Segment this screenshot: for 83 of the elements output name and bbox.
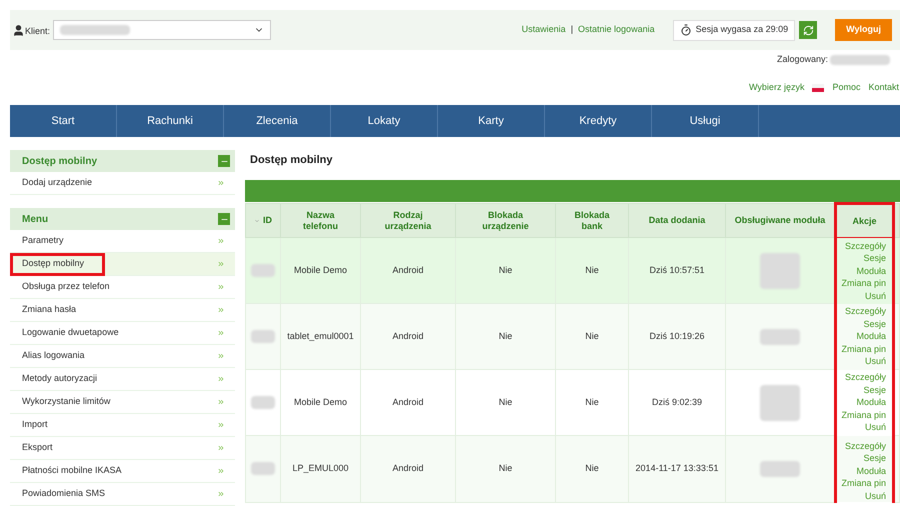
table-cell: Android (360, 436, 456, 502)
table-row[interactable]: tablet_emul0001 Android Nie Nie Dziś 10:19:26 Szczegóły Sesje Moduła Zmiana pin Usuń (246, 304, 900, 370)
action-link[interactable]: Moduła (837, 264, 886, 277)
id-label: ID (263, 215, 272, 226)
action-link[interactable]: Szczegóły (837, 305, 886, 318)
chevrons-right-icon (217, 375, 225, 383)
blurred-text (760, 460, 800, 477)
action-link[interactable]: Sesje (837, 384, 886, 396)
sidebar-item[interactable]: Dostęp mobilny (10, 253, 235, 276)
action-link[interactable]: Zmiana pin (837, 277, 886, 290)
table-cell: 2014-11-17 13:33:51 (628, 436, 726, 502)
table-cell: Nie (556, 436, 628, 502)
chevrons-right-icon (217, 179, 225, 187)
client-select[interactable] (53, 20, 272, 40)
action-link[interactable]: Zmiana pin (837, 477, 886, 490)
blurred-text (830, 55, 890, 65)
chevrons-right-icon (217, 421, 225, 429)
chevrons-right-icon (217, 329, 225, 337)
action-link[interactable]: Szczegóły (837, 371, 886, 384)
action-link[interactable]: Sesje (837, 452, 886, 464)
nav-tab[interactable]: Start (10, 105, 117, 137)
blurred-text (760, 252, 800, 288)
action-link[interactable]: Sesje (837, 252, 886, 264)
session-text: Sesja wygasa za 29:09 (696, 23, 788, 36)
logout-button[interactable]: Wyloguj (835, 19, 892, 41)
chevrons-right-icon (217, 490, 225, 498)
action-link[interactable]: Moduła (837, 396, 886, 409)
action-link[interactable]: Sesje (837, 318, 886, 330)
blurred-text (60, 25, 130, 35)
blurred-text (251, 264, 275, 277)
nav-tab[interactable]: Rachunki (117, 105, 224, 137)
recent-logins-link[interactable]: Ostatnie logowania (578, 23, 655, 37)
person-icon (12, 24, 25, 36)
nav-tab[interactable]: Lokaty (331, 105, 438, 137)
refresh-button[interactable] (799, 21, 818, 39)
contact-link[interactable]: Kontakt (868, 80, 899, 94)
blurred-text (760, 328, 800, 344)
action-link[interactable]: Moduła (837, 464, 886, 477)
collapse-button[interactable] (218, 213, 230, 225)
action-link[interactable]: Szczegóły (837, 240, 886, 252)
chevrons-right-icon (217, 306, 225, 314)
table-cell: LP_EMUL000 (280, 436, 360, 502)
action-link[interactable]: Usuń (837, 421, 886, 434)
nav-tab[interactable]: Zlecenia (224, 105, 331, 137)
client-label: Klient: (25, 25, 50, 38)
column-header[interactable]: ID (246, 204, 280, 238)
action-link[interactable]: Zmiana pin (837, 342, 886, 356)
table-row[interactable]: Mobile Demo Android Nie Nie Dziś 10:57:51 Szczegóły Sesje Moduła Zmiana pin Usuń (246, 238, 900, 304)
link-separator: | (570, 23, 574, 36)
logged-in-label: Zalogowany: (776, 53, 828, 66)
nav-tab[interactable]: Karty (438, 105, 545, 137)
action-link[interactable]: Usuń (837, 355, 886, 368)
action-link[interactable]: Zmiana pin (837, 408, 886, 422)
blurred-text (251, 396, 275, 409)
section-title: Menu (22, 212, 48, 226)
table-row[interactable]: LP_EMUL000 Android Nie Nie 2014-11-17 13:33:51 Szczegóły Sesje Moduła Zmiana pin Usuń (246, 436, 900, 502)
nav-tab[interactable]: Usługi (652, 105, 759, 137)
section-title: Dostęp mobilny (22, 154, 98, 168)
collapse-button[interactable] (218, 155, 230, 167)
action-link[interactable]: Usuń (837, 490, 886, 502)
chevrons-right-icon (217, 260, 225, 268)
action-link[interactable]: Szczegóły (837, 440, 886, 452)
help-link[interactable]: Pomoc (832, 80, 860, 94)
language-label[interactable]: Wybierz język (749, 80, 804, 94)
blurred-text (251, 462, 275, 476)
action-link[interactable]: Moduła (837, 330, 886, 343)
page-title: Dostęp mobilny (250, 153, 334, 168)
nav-tab[interactable]: Kredyty (545, 105, 652, 137)
blurred-text (251, 330, 275, 343)
settings-link[interactable]: Ustawienia (522, 23, 566, 37)
chevrons-right-icon (217, 467, 225, 475)
table-row[interactable]: Mobile Demo Android Nie Nie Dziś 9:02:39 Szczegóły Sesje Moduła Zmiana pin Usuń (246, 370, 900, 436)
flag-icon[interactable] (812, 84, 824, 92)
chevrons-right-icon (217, 283, 225, 291)
chevrons-right-icon (217, 444, 225, 452)
action-link[interactable]: Usuń (837, 290, 886, 302)
blurred-text (760, 384, 800, 420)
table-cell: Nie (456, 436, 556, 502)
refresh-icon (802, 24, 814, 36)
chevrons-right-icon (217, 237, 225, 245)
chevrons-right-icon (217, 398, 225, 406)
chevrons-right-icon (217, 352, 225, 360)
stopwatch-icon (680, 24, 692, 36)
